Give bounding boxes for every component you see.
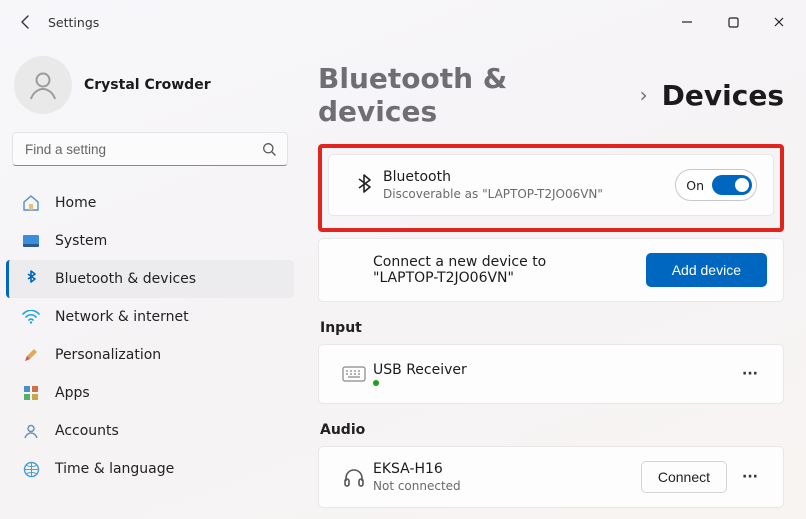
profile[interactable]: Crystal Crowder bbox=[6, 50, 294, 132]
device-row-eksa-h16[interactable]: EKSA-H16 Not connected Connect ··· bbox=[318, 446, 784, 508]
paintbrush-icon bbox=[21, 345, 41, 365]
globe-clock-icon bbox=[21, 459, 41, 479]
bluetooth-subtitle: Discoverable as "LAPTOP-T2JO06VN" bbox=[383, 187, 603, 201]
sidebar-item-label: System bbox=[55, 233, 107, 249]
toggle-label: On bbox=[686, 178, 704, 193]
accounts-icon bbox=[21, 421, 41, 441]
section-heading-input: Input bbox=[320, 320, 784, 336]
sidebar-item-system[interactable]: System bbox=[6, 222, 294, 260]
sidebar-item-label: Bluetooth & devices bbox=[55, 271, 196, 287]
maximize-button[interactable] bbox=[710, 7, 756, 37]
add-device-card: Connect a new device to "LAPTOP-T2JO06VN… bbox=[318, 238, 784, 302]
home-icon bbox=[21, 193, 41, 213]
device-more-button[interactable]: ··· bbox=[733, 462, 767, 492]
bluetooth-card: Bluetooth Discoverable as "LAPTOP-T2JO06… bbox=[328, 154, 774, 216]
minimize-button[interactable] bbox=[664, 7, 710, 37]
bluetooth-toggle[interactable]: On bbox=[675, 169, 757, 201]
bluetooth-title: Bluetooth bbox=[383, 169, 603, 185]
add-device-text: Connect a new device to "LAPTOP-T2JO06VN… bbox=[373, 254, 603, 286]
chevron-right-icon: › bbox=[640, 83, 648, 107]
sidebar-item-label: Accounts bbox=[55, 423, 119, 439]
device-name: USB Receiver bbox=[373, 362, 467, 378]
connect-button[interactable]: Connect bbox=[641, 461, 727, 493]
highlight-annotation: Bluetooth Discoverable as "LAPTOP-T2JO06… bbox=[318, 144, 784, 232]
main-content: Bluetooth & devices › Devices Bluetooth … bbox=[300, 44, 806, 519]
sidebar: Crystal Crowder Home System Bluetooth & … bbox=[0, 44, 300, 519]
sidebar-item-network[interactable]: Network & internet bbox=[6, 298, 294, 336]
titlebar: Settings bbox=[0, 0, 806, 44]
window-title: Settings bbox=[48, 15, 99, 30]
search-box[interactable] bbox=[12, 132, 288, 166]
window-controls bbox=[664, 7, 802, 37]
user-icon bbox=[25, 67, 61, 103]
device-status: Not connected bbox=[373, 479, 461, 493]
apps-icon bbox=[21, 383, 41, 403]
search-input[interactable] bbox=[23, 141, 262, 158]
breadcrumb: Bluetooth & devices › Devices bbox=[318, 62, 784, 128]
breadcrumb-parent[interactable]: Bluetooth & devices bbox=[318, 62, 626, 128]
avatar bbox=[14, 56, 72, 114]
nav-list: Home System Bluetooth & devices Network … bbox=[6, 184, 294, 488]
minimize-icon bbox=[681, 16, 693, 28]
breadcrumb-current: Devices bbox=[662, 79, 784, 112]
toggle-switch-on bbox=[712, 175, 752, 195]
sidebar-item-home[interactable]: Home bbox=[6, 184, 294, 222]
device-row-usb-receiver[interactable]: USB Receiver ··· bbox=[318, 344, 784, 404]
sidebar-item-label: Network & internet bbox=[55, 309, 189, 325]
sidebar-item-apps[interactable]: Apps bbox=[6, 374, 294, 412]
search-icon bbox=[262, 142, 277, 157]
status-dot-connected bbox=[373, 380, 379, 386]
system-icon bbox=[21, 231, 41, 251]
add-device-button[interactable]: Add device bbox=[646, 253, 767, 287]
sidebar-item-time-language[interactable]: Time & language bbox=[6, 450, 294, 488]
sidebar-item-bluetooth-devices[interactable]: Bluetooth & devices bbox=[6, 260, 294, 298]
close-icon bbox=[773, 16, 785, 28]
bluetooth-icon bbox=[21, 269, 41, 289]
sidebar-item-personalization[interactable]: Personalization bbox=[6, 336, 294, 374]
wifi-icon bbox=[21, 307, 41, 327]
keyboard-icon bbox=[335, 366, 373, 382]
device-name: EKSA-H16 bbox=[373, 461, 461, 477]
headphones-icon bbox=[335, 467, 373, 487]
sidebar-item-accounts[interactable]: Accounts bbox=[6, 412, 294, 450]
sidebar-item-label: Personalization bbox=[55, 347, 161, 363]
back-button[interactable] bbox=[10, 6, 42, 38]
sidebar-item-label: Apps bbox=[55, 385, 90, 401]
sidebar-item-label: Time & language bbox=[55, 461, 174, 477]
device-more-button[interactable]: ··· bbox=[733, 359, 767, 389]
profile-name: Crystal Crowder bbox=[84, 77, 211, 93]
close-button[interactable] bbox=[756, 7, 802, 37]
bluetooth-icon bbox=[345, 173, 383, 197]
arrow-left-icon bbox=[18, 14, 34, 30]
maximize-icon bbox=[728, 17, 739, 28]
section-heading-audio: Audio bbox=[320, 422, 784, 438]
sidebar-item-label: Home bbox=[55, 195, 96, 211]
